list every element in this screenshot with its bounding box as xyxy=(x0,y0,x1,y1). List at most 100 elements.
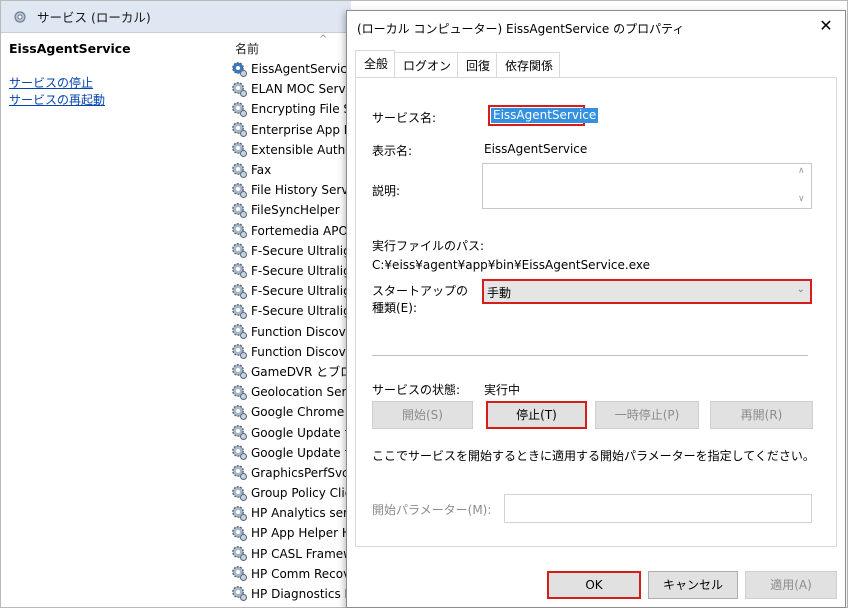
section-divider xyxy=(372,355,808,356)
service-gear-icon xyxy=(232,344,247,360)
service-row-label: Encrypting File Sy xyxy=(251,102,359,117)
service-row-label: Fax xyxy=(251,163,272,178)
service-gear-icon xyxy=(232,203,247,218)
service-gear-icon xyxy=(232,243,247,259)
service-gear-icon xyxy=(232,364,247,380)
service-row[interactable]: Extensible Auther xyxy=(231,140,359,160)
chevron-down-icon: ⌄ xyxy=(796,284,805,295)
service-gear-icon xyxy=(232,324,247,340)
service-row[interactable]: HP App Helper HS xyxy=(231,523,359,543)
service-row[interactable]: Function Discover xyxy=(231,321,359,341)
restart-service-link[interactable]: サービスの再起動 xyxy=(9,91,105,108)
close-icon[interactable]: ✕ xyxy=(817,17,835,35)
service-row[interactable]: F-Secure Ultraligh xyxy=(231,281,359,301)
service-gear-icon xyxy=(232,505,247,521)
service-status-value: 実行中 xyxy=(484,383,521,397)
description-field[interactable]: ∧ ∨ xyxy=(482,163,812,209)
service-rows: EissAgentService ELAN MOC Servic Encryptin… xyxy=(231,59,359,604)
sort-caret-icon: ^ xyxy=(319,34,328,45)
service-row[interactable]: HP Diagnostics H xyxy=(231,584,359,604)
service-row[interactable]: Geolocation Servi xyxy=(231,382,359,402)
service-row-label: Function Discover xyxy=(251,324,359,339)
start-parameter-hint: ここでサービスを開始するときに適用する開始パラメーターを指定してください。 xyxy=(372,449,815,463)
service-gear-icon xyxy=(232,263,247,279)
startup-type-label-line2: 種類(E): xyxy=(372,301,417,315)
service-row-label: File History Servic xyxy=(251,183,359,198)
stop-service-link[interactable]: サービスの停止 xyxy=(9,74,93,91)
service-gear-icon xyxy=(232,566,247,582)
apply-button[interactable]: 適用(A) xyxy=(745,571,837,599)
service-row[interactable]: Fortemedia APO C xyxy=(231,221,359,241)
service-gear-icon xyxy=(232,283,247,299)
scroll-up-icon[interactable]: ∧ xyxy=(798,166,805,176)
properties-dialog: (ローカル コンピューター) EissAgentService のプロパティ ✕… xyxy=(346,10,846,608)
tab-general[interactable]: 全般 xyxy=(355,50,396,77)
service-row[interactable]: File History Servic xyxy=(231,180,359,200)
service-row-label: Google Chrome E xyxy=(251,405,356,420)
service-row[interactable]: Google Chrome E xyxy=(231,402,359,422)
general-tab-panel: サービス名: EissAgentService 表示名: EissAgentSe… xyxy=(355,77,837,547)
service-row[interactable]: GraphicsPerfSvc xyxy=(231,463,359,483)
service-row[interactable]: F-Secure Ultraligh xyxy=(231,261,359,281)
service-row[interactable]: EissAgentService xyxy=(231,59,359,79)
pause-button[interactable]: 一時停止(P) xyxy=(595,401,699,429)
service-gear-icon xyxy=(232,465,247,481)
service-row-label: F-Secure Ultraligh xyxy=(251,243,359,258)
startup-type-value: 手動 xyxy=(487,286,512,300)
start-button[interactable]: 開始(S) xyxy=(372,401,473,429)
service-row-label: Google Update サ xyxy=(251,446,357,461)
service-gear-icon xyxy=(232,445,247,461)
service-row[interactable]: Function Discover xyxy=(231,342,359,362)
selected-service-title: EissAgentService xyxy=(9,41,131,56)
dialog-title: (ローカル コンピューター) EissAgentService のプロパティ xyxy=(357,22,685,36)
tab-recovery[interactable]: 回復 xyxy=(457,52,498,77)
service-row-label: Function Discover xyxy=(251,344,359,359)
service-row-label: Google Update サ xyxy=(251,425,357,440)
service-row-label: HP CASL Framewo xyxy=(251,546,359,561)
tab-dependencies[interactable]: 依存関係 xyxy=(496,52,561,77)
service-row-label: FileSyncHelper xyxy=(251,203,340,218)
service-row[interactable]: F-Secure Ultraligh xyxy=(231,241,359,261)
service-row[interactable]: Encrypting File Sy xyxy=(231,99,359,119)
service-row[interactable]: F-Secure Ultraligh xyxy=(231,301,359,321)
service-row[interactable]: HP Analytics servi xyxy=(231,503,359,523)
service-row[interactable]: Google Update サ xyxy=(231,422,359,442)
service-name-value[interactable]: EissAgentService xyxy=(491,108,599,123)
service-gear-icon xyxy=(232,182,247,198)
service-row[interactable]: Enterprise App M xyxy=(231,120,359,140)
service-gear-icon xyxy=(232,485,247,501)
stop-button[interactable]: 停止(T) xyxy=(486,401,587,429)
service-row-label: HP App Helper HS xyxy=(251,526,359,541)
tab-logon[interactable]: ログオン xyxy=(394,52,459,77)
console-header-title: サービス (ローカル) xyxy=(37,10,151,25)
service-row[interactable]: Fax xyxy=(231,160,359,180)
service-row-label: Group Policy Clie xyxy=(251,486,353,501)
service-row[interactable]: HP Comm Recove xyxy=(231,564,359,584)
display-name-label: 表示名: xyxy=(372,144,413,158)
service-row-label: F-Secure Ultraligh xyxy=(251,304,359,319)
service-row[interactable]: GameDVR とブロー xyxy=(231,362,359,382)
service-row[interactable]: FileSyncHelper xyxy=(231,200,359,220)
service-gear-icon xyxy=(232,142,247,158)
start-parameter-input[interactable] xyxy=(504,494,812,523)
description-scrollbar[interactable]: ∧ ∨ xyxy=(795,164,811,208)
ok-button[interactable]: OK xyxy=(547,571,641,599)
service-row[interactable]: Google Update サ xyxy=(231,443,359,463)
service-detail-pane: EissAgentService サービスの停止 サービスの再起動 xyxy=(1,34,216,608)
service-gear-icon xyxy=(232,546,247,562)
services-gear-icon xyxy=(14,10,26,23)
service-row-label: Enterprise App M xyxy=(251,122,355,137)
service-row[interactable]: Group Policy Clie xyxy=(231,483,359,503)
startup-type-select[interactable]: 手動 ⌄ xyxy=(482,279,812,304)
scroll-down-icon[interactable]: ∨ xyxy=(798,194,805,204)
cancel-button[interactable]: キャンセル xyxy=(648,571,738,599)
exe-path-label: 実行ファイルのパス: xyxy=(372,239,485,253)
resume-button[interactable]: 再開(R) xyxy=(710,401,813,429)
description-label: 説明: xyxy=(372,184,401,198)
service-row[interactable]: HP CASL Framewo xyxy=(231,544,359,564)
service-row[interactable]: ELAN MOC Servic xyxy=(231,79,359,99)
service-row-label: ELAN MOC Servic xyxy=(251,82,356,97)
service-row-label: EissAgentService xyxy=(251,62,355,77)
startup-type-label-line1: スタートアップの xyxy=(372,284,469,298)
column-header-name[interactable]: 名前 xyxy=(235,40,259,57)
